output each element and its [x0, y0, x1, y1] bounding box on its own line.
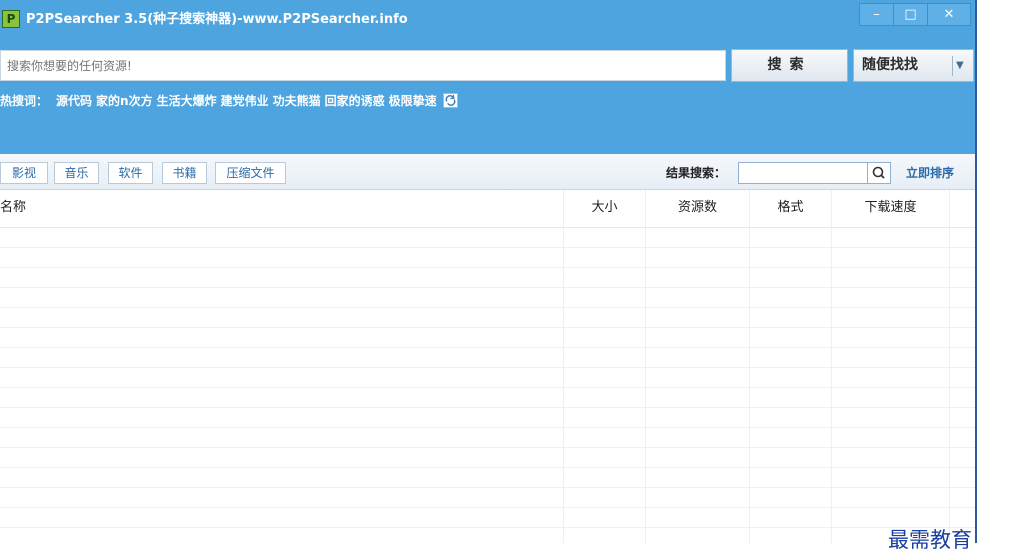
hot-words-bar: 热搜词： 源代码 家的n次方 生活大爆炸 建党伟业 功夫熊猫 回家的诱惑 极限挚… — [0, 92, 458, 109]
divider — [952, 56, 953, 76]
table-row — [0, 348, 976, 368]
result-filter-input[interactable] — [738, 162, 868, 184]
column-divider — [645, 190, 646, 543]
column-header-speed[interactable]: 下载速度 — [831, 190, 949, 228]
table-row — [0, 288, 976, 308]
result-filter-label: 结果搜索： — [666, 166, 727, 180]
table-row — [0, 228, 976, 248]
column-header-sources[interactable]: 资源数 — [645, 190, 749, 228]
hot-word-link[interactable]: 家的n次方 — [96, 92, 153, 109]
search-input[interactable] — [0, 50, 726, 81]
category-button-music[interactable]: 音乐 — [54, 162, 99, 184]
results-table-header: 名称 大小 资源数 格式 下载速度 — [0, 190, 976, 228]
hot-word-link[interactable]: 源代码 — [56, 92, 92, 109]
table-row — [0, 468, 976, 488]
table-row — [0, 388, 976, 408]
window-title: P2PSearcher 3.5(种子搜索神器)-www.P2PSearcher.… — [26, 12, 408, 27]
search-header: 搜索 随便找找 ▼ 热搜词： 源代码 家的n次方 生活大爆炸 建党伟业 功夫熊猫… — [0, 40, 976, 154]
app-window: P P2PSearcher 3.5(种子搜索神器)-www.P2PSearche… — [0, 0, 976, 543]
hot-word-link[interactable]: 生活大爆炸 — [157, 92, 217, 109]
hot-word-link[interactable]: 回家的诱惑 — [325, 92, 385, 109]
table-row — [0, 328, 976, 348]
column-divider — [749, 190, 750, 543]
table-row — [0, 308, 976, 328]
hot-words-label: 热搜词： — [0, 94, 49, 108]
chevron-down-icon[interactable]: ▼ — [956, 50, 964, 81]
column-header-format[interactable]: 格式 — [749, 190, 831, 228]
search-icon — [872, 166, 885, 179]
results-table-body[interactable] — [0, 228, 976, 543]
table-row — [0, 488, 976, 508]
category-toolbar: 影视 音乐 软件 书籍 压缩文件 结果搜索： 立即排序 — [0, 154, 976, 190]
column-header-size[interactable]: 大小 — [563, 190, 645, 228]
table-row — [0, 508, 976, 528]
column-divider — [831, 190, 832, 543]
table-row — [0, 428, 976, 448]
column-header-extra — [949, 190, 976, 228]
watermark-text: 最需教育 — [888, 528, 972, 552]
table-row — [0, 448, 976, 468]
result-filter-button[interactable] — [867, 162, 891, 184]
category-button-software[interactable]: 软件 — [108, 162, 153, 184]
hot-word-link[interactable]: 功夫熊猫 — [273, 92, 321, 109]
close-button[interactable]: ✕ — [927, 3, 971, 26]
category-button-archives[interactable]: 压缩文件 — [215, 162, 286, 184]
category-button-video[interactable]: 影视 — [0, 162, 48, 184]
title-bar[interactable]: P P2PSearcher 3.5(种子搜索神器)-www.P2PSearche… — [0, 0, 976, 40]
search-button[interactable]: 搜索 — [731, 49, 848, 82]
random-search-label: 随便找找 — [862, 57, 918, 73]
column-divider — [563, 190, 564, 543]
window-controls: – □ ✕ — [859, 3, 971, 26]
refresh-icon[interactable] — [442, 93, 458, 108]
hot-word-link[interactable]: 建党伟业 — [221, 92, 269, 109]
minimize-button[interactable]: – — [859, 3, 894, 26]
table-row — [0, 368, 976, 388]
table-row — [0, 248, 976, 268]
column-divider — [949, 190, 950, 543]
sort-now-link[interactable]: 立即排序 — [906, 163, 954, 183]
window-border — [975, 0, 977, 543]
table-row — [0, 408, 976, 428]
table-row — [0, 268, 976, 288]
category-button-books[interactable]: 书籍 — [162, 162, 207, 184]
column-header-name[interactable]: 名称 — [0, 190, 563, 228]
hot-word-link[interactable]: 极限挚速 — [389, 92, 437, 109]
random-search-button[interactable]: 随便找找 ▼ — [853, 49, 974, 82]
app-logo-icon: P — [2, 10, 20, 28]
maximize-button[interactable]: □ — [893, 3, 928, 26]
